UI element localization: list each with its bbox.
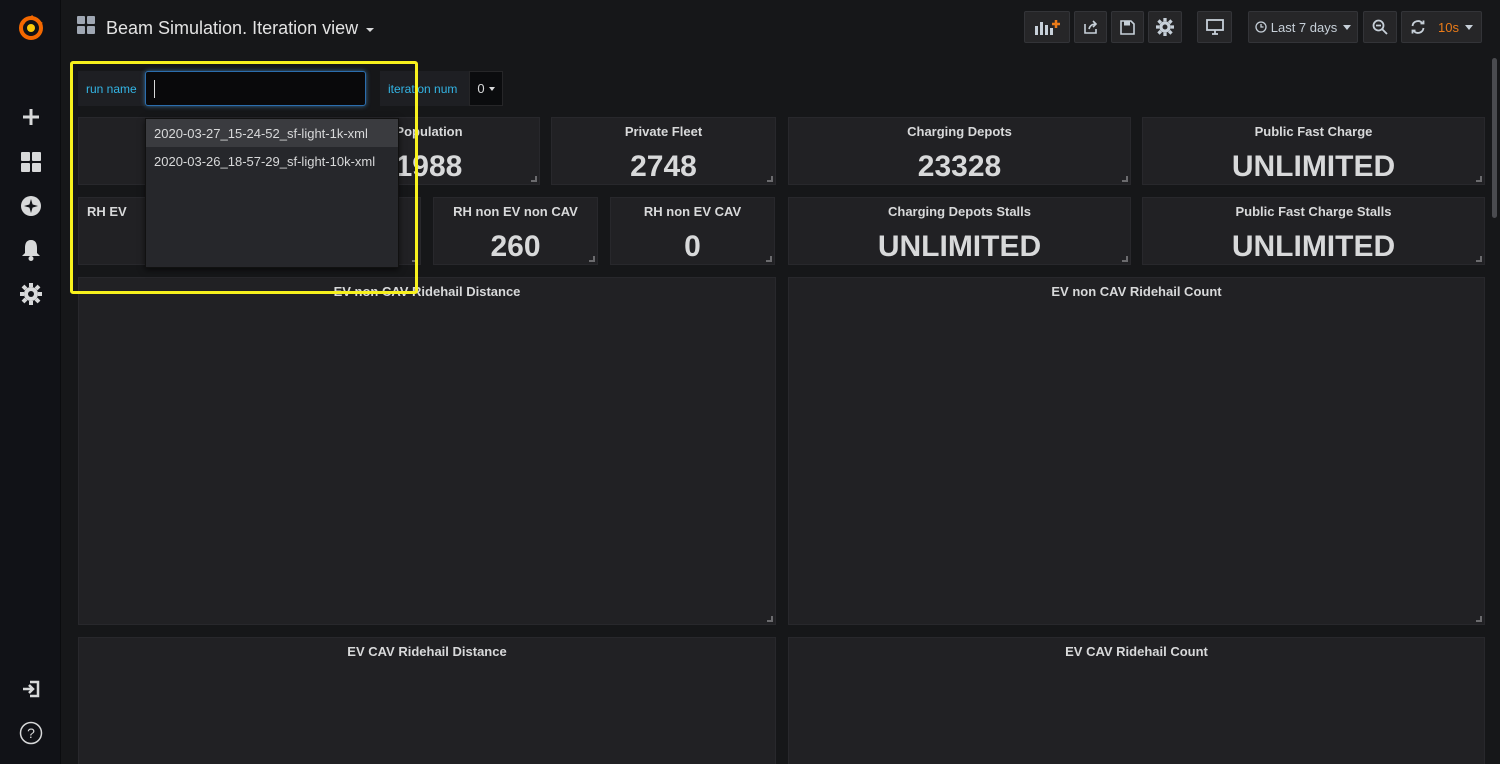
iteration-num-value: 0 [477,81,485,96]
resize-handle[interactable] [589,256,595,262]
clock-icon [1255,21,1267,33]
zoom-out-button[interactable] [1363,11,1397,43]
panel-title: Charging Depots [907,124,1012,139]
resize-handle[interactable] [1476,176,1482,182]
resize-handle[interactable] [1122,176,1128,182]
graph-panel-ev-cav-distance[interactable]: EV CAV Ridehail Distance [78,637,776,764]
run-name-dropdown: 2020-03-27_15-24-52_sf-light-1k-xml 2020… [145,118,399,268]
share-button[interactable] [1074,11,1107,43]
stat-panel-rh-non-ev-non-cav[interactable]: RH non EV non CAV 260 [433,197,598,265]
sidebar: ? [0,0,61,764]
panel-title: EV CAV Ridehail Distance [347,644,507,659]
panel-title: EV non CAV Ridehail Distance [333,284,521,299]
panel-title: Public Fast Charge Stalls [1235,204,1392,219]
graph-panel-ev-cav-count[interactable]: EV CAV Ridehail Count [788,637,1485,764]
chevron-down-icon [366,28,375,32]
plus-icon[interactable] [0,97,61,137]
stat-panel-public-fast-charge[interactable]: Public Fast Charge UNLIMITED [1142,117,1485,185]
stat-panel-private-fleet[interactable]: Private Fleet 2748 [551,117,776,185]
gear-icon [1156,18,1174,36]
stat-panel-charging-depots-stalls[interactable]: Charging Depots Stalls UNLIMITED [788,197,1131,265]
refresh-icon [1411,20,1425,34]
resize-handle[interactable] [1476,256,1482,262]
panel-value: UNLIMITED [1231,230,1396,263]
dashboard-title-picker[interactable]: Beam Simulation. Iteration view [77,14,375,42]
view-mode-button[interactable] [1197,11,1232,43]
panel-title: EV CAV Ridehail Count [1065,644,1208,659]
time-range-label: Last 7 days [1270,19,1338,35]
save-icon [1120,19,1135,35]
grafana-logo-icon[interactable] [0,8,61,48]
dashboard-grid-icon [77,16,96,40]
monitor-icon [1205,19,1224,35]
add-panel-icon [1035,20,1060,35]
run-name-option[interactable]: 2020-03-26_18-57-29_sf-light-10k-xml [146,147,398,175]
resize-handle[interactable] [412,256,418,262]
alerting-bell-icon[interactable] [0,230,61,270]
resize-handle[interactable] [1476,616,1482,622]
add-panel-button[interactable] [1024,11,1070,43]
save-dashboard-button[interactable] [1111,11,1144,43]
stat-panel-rh-non-ev-cav[interactable]: RH non EV CAV 0 [610,197,775,265]
refresh-picker[interactable]: 10s [1401,11,1482,43]
stat-panel-public-fast-charge-stalls[interactable]: Public Fast Charge Stalls UNLIMITED [1142,197,1485,265]
resize-handle[interactable] [767,176,773,182]
explore-compass-icon[interactable] [0,186,61,226]
chevron-down-icon [488,86,495,91]
time-range-picker[interactable]: Last 7 days [1248,11,1358,43]
graph-panel-ev-non-cav-distance[interactable]: EV non CAV Ridehail Distance [78,277,776,625]
panel-value: UNLIMITED [1231,150,1396,183]
resize-handle[interactable] [766,256,772,262]
configuration-gear-icon[interactable] [0,274,61,314]
dashboard-settings-button[interactable] [1148,11,1182,43]
zoom-out-icon [1372,19,1388,35]
panel-value: 2748 [630,150,697,183]
panel-title: RH EV [87,204,127,219]
chevron-down-icon [1343,24,1352,30]
share-icon [1083,20,1097,34]
resize-handle[interactable] [531,176,537,182]
panel-value: 23328 [917,150,1002,183]
panel-title: Charging Depots Stalls [887,204,1032,219]
sign-in-icon[interactable] [0,669,61,709]
run-name-label: run name [78,71,145,106]
stat-panel-charging-depots[interactable]: Charging Depots 23328 [788,117,1131,185]
panel-value: UNLIMITED [877,230,1042,263]
scrollbar[interactable] [1489,0,1500,764]
graph-panel-ev-non-cav-count[interactable]: EV non CAV Ridehail Count [788,277,1485,625]
dashboard-title: Beam Simulation. Iteration view [106,17,359,38]
dashboards-icon[interactable] [0,142,61,182]
panel-title: Private Fleet [624,124,703,139]
help-icon[interactable]: ? [0,713,61,753]
svg-text:?: ? [27,725,35,741]
panel-title: EV non CAV Ridehail Count [1051,284,1222,299]
resize-handle[interactable] [767,616,773,622]
scrollbar-thumb[interactable] [1492,58,1497,218]
run-name-input[interactable] [145,71,366,106]
panel-value: 0 [684,230,701,263]
refresh-interval-label: 10s [1438,19,1459,35]
run-name-option[interactable]: 2020-03-27_15-24-52_sf-light-1k-xml [146,119,398,147]
text-cursor [154,79,155,98]
iteration-num-label: iteration num [380,71,469,106]
panel-value: 260 [490,230,541,263]
iteration-num-select[interactable]: 0 [469,71,503,106]
resize-handle[interactable] [1122,256,1128,262]
chevron-down-icon [1464,24,1473,30]
panel-title: RH non EV non CAV [453,204,578,219]
panel-title: RH non EV CAV [643,204,742,219]
panel-title: Public Fast Charge [1254,124,1373,139]
